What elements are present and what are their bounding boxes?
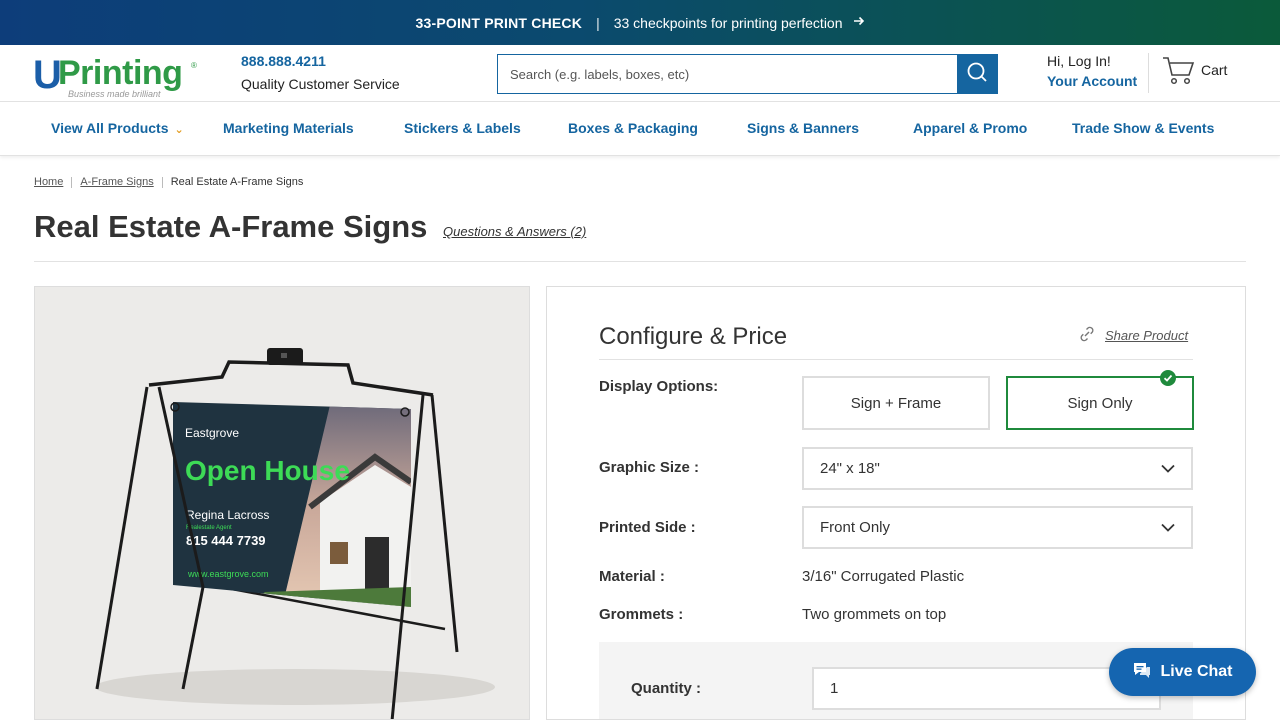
breadcrumb-a-frame-signs[interactable]: A-Frame Signs: [80, 176, 153, 188]
page-title: Real Estate A-Frame Signs: [34, 209, 428, 244]
breadcrumb-home[interactable]: Home: [34, 176, 63, 188]
breadcrumb: Home A-Frame Signs Real Estate A-Frame S…: [34, 176, 303, 188]
login-link[interactable]: Hi, Log In!: [1047, 53, 1111, 69]
arrow-right-icon: [853, 14, 865, 31]
title-divider: [34, 261, 1246, 262]
quantity-section: Quantity : 1: [599, 642, 1193, 719]
share-product-link[interactable]: Share Product: [1077, 324, 1188, 347]
promo-headline: 33-POINT PRINT CHECK: [415, 14, 583, 31]
sign-phone: 815 444 7739: [186, 533, 266, 548]
printed-side-label: Printed Side :: [599, 519, 696, 536]
logo-tagline: Business made brilliant: [68, 89, 161, 99]
breadcrumb-separator: [71, 176, 73, 188]
chevron-down-icon: [1161, 519, 1175, 536]
nav-signs-banners[interactable]: Signs & Banners: [747, 120, 859, 136]
link-icon: [1077, 324, 1097, 347]
registered-icon: ®: [191, 61, 197, 70]
account-link[interactable]: Your Account: [1047, 73, 1137, 89]
grommets-label: Grommets :: [599, 606, 684, 623]
chevron-down-icon: [1161, 460, 1175, 477]
graphic-size-value: 24" x 18": [820, 460, 880, 477]
sign-agent: Regina Lacross: [186, 508, 269, 522]
nav-trade-show-events[interactable]: Trade Show & Events: [1072, 120, 1214, 136]
logo-word: Printing: [58, 54, 183, 92]
printed-side-value: Front Only: [820, 519, 891, 536]
check-icon: [1160, 370, 1176, 386]
cart-link[interactable]: Cart: [1201, 62, 1227, 78]
search-bar: [497, 54, 998, 94]
live-chat-button[interactable]: Live Chat: [1109, 648, 1256, 696]
nav-label: View All Products: [51, 120, 169, 136]
printed-side-select[interactable]: Front Only: [802, 506, 1193, 549]
promo-bar[interactable]: 33-POINT PRINT CHECK | 33 checkpoints fo…: [0, 0, 1280, 45]
questions-answers-link[interactable]: Questions & Answers (2): [443, 224, 586, 239]
site-header: U Printing ® Business made brilliant 888…: [0, 45, 1280, 102]
nav-view-all-products[interactable]: View All Products ⌄: [51, 120, 184, 136]
nav-apparel-promo[interactable]: Apparel & Promo: [913, 120, 1027, 136]
promo-text: 33 checkpoints for printing perfection: [613, 14, 843, 31]
search-input[interactable]: [498, 55, 957, 93]
sign-brand: Eastgrove: [185, 426, 239, 440]
live-chat-label: Live Chat: [1160, 663, 1233, 680]
header-divider: [1148, 53, 1149, 93]
material-value: 3/16" Corrugated Plastic: [802, 568, 965, 585]
nav-stickers-labels[interactable]: Stickers & Labels: [404, 120, 521, 136]
sign-role: Realestate Agent: [186, 525, 232, 531]
quantity-label: Quantity :: [631, 680, 701, 697]
search-icon: [966, 61, 988, 88]
a-frame-sign-illustration: Eastgrove Open House Regina Lacross Real…: [95, 348, 495, 719]
material-label: Material :: [599, 568, 665, 585]
breadcrumb-separator: [161, 176, 163, 188]
grommets-value: Two grommets on top: [802, 606, 947, 623]
graphic-size-label: Graphic Size :: [599, 459, 700, 476]
chat-icon: [1132, 661, 1160, 684]
search-button[interactable]: [957, 55, 997, 93]
graphic-size-select[interactable]: 24" x 18": [802, 447, 1193, 490]
breadcrumb-current: Real Estate A-Frame Signs: [170, 176, 304, 188]
display-options-label: Display Options:: [599, 378, 719, 395]
product-image[interactable]: Eastgrove Open House Regina Lacross Real…: [34, 286, 530, 720]
chevron-down-icon: ⌄: [174, 124, 184, 136]
promo-separator: |: [596, 14, 600, 31]
option-label: Sign + Frame: [850, 394, 942, 412]
cart-icon[interactable]: [1162, 55, 1196, 92]
share-product-label: Share Product: [1105, 328, 1189, 343]
nav-marketing-materials[interactable]: Marketing Materials: [223, 120, 354, 136]
display-option-sign-frame[interactable]: Sign + Frame: [802, 376, 990, 430]
nav-boxes-packaging[interactable]: Boxes & Packaging: [568, 120, 698, 136]
uprinting-logo[interactable]: U Printing ® Business made brilliant: [33, 53, 203, 99]
option-label: Sign Only: [1067, 394, 1133, 412]
quantity-value: 1: [830, 680, 839, 697]
customer-service-text: Quality Customer Service: [241, 76, 400, 92]
configure-divider: [599, 359, 1193, 360]
configure-title: Configure & Price: [599, 323, 788, 350]
sign-headline: Open House: [185, 455, 350, 486]
display-option-sign-only[interactable]: Sign Only: [1006, 370, 1194, 430]
main-nav: View All Products ⌄ Marketing Materials S…: [0, 102, 1280, 156]
phone-link[interactable]: 888.888.4211: [241, 53, 326, 69]
